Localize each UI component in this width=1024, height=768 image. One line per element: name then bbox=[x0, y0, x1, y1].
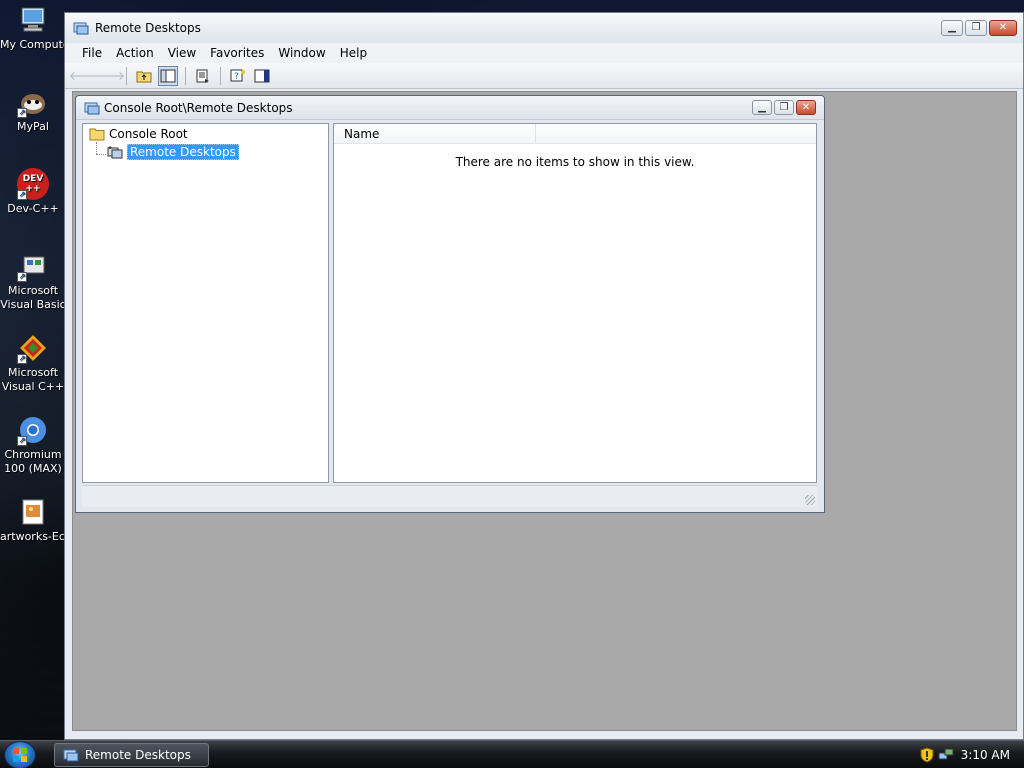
visual-basic-icon: ↗ bbox=[17, 250, 49, 282]
menu-file[interactable]: File bbox=[75, 46, 109, 60]
menu-bar: File Action View Favorites Window Help bbox=[65, 43, 1023, 63]
folder-icon bbox=[89, 128, 105, 141]
desktop-icon-visual-basic[interactable]: ↗ Microsoft Visual Basic bbox=[0, 250, 66, 312]
show-hide-action-pane-icon[interactable] bbox=[252, 66, 272, 86]
child-window-title: Console Root\Remote Desktops bbox=[104, 100, 293, 115]
remote-desktops-app-icon bbox=[63, 749, 79, 762]
main-window-title: Remote Desktops bbox=[95, 21, 201, 35]
child-window-controls: ▁ ❐ ✕ bbox=[752, 100, 816, 115]
desktop-icon-devcpp[interactable]: DEV ++ ↗ Dev-C++ bbox=[0, 168, 66, 216]
clock[interactable]: 3:10 AM bbox=[961, 748, 1010, 762]
visual-cpp-icon: ↗ bbox=[17, 332, 49, 364]
windows-logo-icon bbox=[13, 748, 27, 762]
remote-desktops-app-icon bbox=[73, 22, 89, 35]
export-list-icon[interactable] bbox=[193, 66, 213, 86]
menu-help[interactable]: Help bbox=[333, 46, 374, 60]
taskbar-button-label: Remote Desktops bbox=[85, 748, 191, 762]
child-title-bar[interactable]: Console Root\Remote Desktops ▁ ❐ ✕ bbox=[76, 96, 824, 120]
child-window: Console Root\Remote Desktops ▁ ❐ ✕ Conso… bbox=[75, 95, 825, 513]
child-maximize-button[interactable]: ❐ bbox=[774, 100, 794, 115]
desktop-icon-visual-cpp[interactable]: ↗ Microsoft Visual C++ bbox=[0, 332, 66, 394]
mypal-icon: ↗ bbox=[17, 86, 49, 118]
taskbar-button-remote-desktops[interactable]: Remote Desktops bbox=[54, 743, 209, 767]
main-title-bar[interactable]: Remote Desktops ▁ ❐ ✕ bbox=[65, 13, 1023, 43]
up-one-level-icon[interactable] bbox=[134, 66, 154, 86]
chromium-icon: ↗ bbox=[17, 414, 49, 446]
child-minimize-button[interactable]: ▁ bbox=[752, 100, 772, 115]
shortcut-arrow-icon: ↗ bbox=[17, 354, 27, 364]
list-column-header: Name bbox=[334, 124, 816, 144]
column-header-empty[interactable] bbox=[536, 124, 738, 143]
devcpp-icon: DEV ++ ↗ bbox=[17, 168, 49, 200]
toolbar-separator bbox=[185, 66, 186, 85]
child-close-button[interactable]: ✕ bbox=[796, 100, 816, 115]
desktop-icon-my-computer[interactable]: My Computer bbox=[0, 4, 66, 52]
shortcut-arrow-icon: ↗ bbox=[17, 108, 27, 118]
shortcut-arrow-icon: ↗ bbox=[17, 436, 27, 446]
empty-view-message: There are no items to show in this view. bbox=[455, 155, 695, 169]
desktop-icon-chromium[interactable]: ↗ Chromium 100 (MAX) bbox=[0, 414, 66, 476]
system-tray: 3:10 AM bbox=[914, 741, 1024, 768]
toolbar: 🡐 🡒 ? bbox=[65, 63, 1023, 89]
help-icon[interactable]: ? bbox=[228, 66, 248, 86]
shortcut-arrow-icon: ↗ bbox=[17, 272, 27, 282]
minimize-button[interactable]: ▁ bbox=[941, 20, 963, 36]
result-pane: Name There are no items to show in this … bbox=[333, 123, 817, 483]
column-header-name[interactable]: Name bbox=[334, 124, 536, 143]
show-hide-console-tree-icon[interactable] bbox=[158, 65, 178, 86]
svg-text:?: ? bbox=[234, 72, 239, 82]
taskbar: Remote Desktops 3:10 AM bbox=[0, 740, 1024, 768]
mdi-client-area: Console Root\Remote Desktops ▁ ❐ ✕ Conso… bbox=[72, 91, 1017, 731]
start-button[interactable] bbox=[4, 741, 36, 768]
toolbar-separator bbox=[126, 66, 127, 85]
child-body: Console Root Remote Desktops Name There … bbox=[82, 123, 817, 483]
shortcut-arrow-icon: ↗ bbox=[17, 190, 27, 200]
main-window: Remote Desktops ▁ ❐ ✕ File Action View F… bbox=[64, 12, 1024, 740]
desktop-icon-artworks[interactable]: artworks-Ec... bbox=[0, 496, 66, 544]
status-bar bbox=[82, 485, 817, 507]
forward-arrow-icon[interactable]: 🡒 bbox=[93, 66, 125, 86]
menu-window[interactable]: Window bbox=[271, 46, 332, 60]
tree-item-console-root[interactable]: Console Root bbox=[89, 127, 188, 141]
desktop-icon-mypal[interactable]: ↗ MyPal bbox=[0, 86, 66, 134]
maximize-button[interactable]: ❐ bbox=[965, 20, 987, 36]
tree-item-remote-desktops[interactable]: Remote Desktops bbox=[107, 144, 239, 160]
toolbar-separator bbox=[220, 66, 221, 85]
menu-favorites[interactable]: Favorites bbox=[203, 46, 271, 60]
resize-grip[interactable] bbox=[805, 495, 815, 505]
remote-desktops-app-icon bbox=[84, 102, 100, 114]
tree-connector bbox=[96, 142, 97, 154]
main-window-controls: ▁ ❐ ✕ bbox=[941, 20, 1017, 36]
network-icon[interactable] bbox=[938, 747, 954, 763]
remote-desktops-icon bbox=[107, 146, 123, 159]
tree-label-console-root: Console Root bbox=[109, 127, 188, 141]
tree-label-remote-desktops: Remote Desktops bbox=[127, 144, 239, 160]
menu-view[interactable]: View bbox=[161, 46, 203, 60]
menu-action[interactable]: Action bbox=[109, 46, 161, 60]
tree-connector bbox=[96, 154, 106, 155]
computer-icon bbox=[17, 4, 49, 36]
console-tree: Console Root Remote Desktops bbox=[82, 123, 329, 483]
security-shield-icon[interactable] bbox=[920, 747, 934, 763]
image-file-icon bbox=[17, 496, 49, 528]
close-button[interactable]: ✕ bbox=[989, 20, 1017, 36]
